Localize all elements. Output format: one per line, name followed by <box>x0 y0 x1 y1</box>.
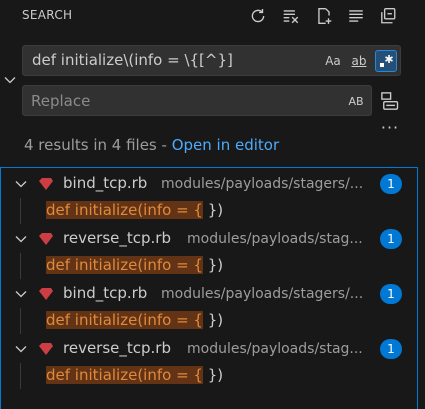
match-count-badge: 1 <box>380 284 402 304</box>
toggle-replace-chevron-icon[interactable] <box>2 72 18 88</box>
indent-guide <box>20 308 21 334</box>
ruby-file-icon <box>39 343 53 355</box>
regex-icon <box>380 55 393 67</box>
whole-word-icon: ab <box>351 54 367 68</box>
file-row[interactable]: bind_tcp.rb modules/payloads/stagers/...… <box>1 280 417 308</box>
match-text: def initialize(info = { }) <box>46 311 223 329</box>
file-name: bind_tcp.rb <box>63 174 148 192</box>
indent-guide <box>20 363 21 389</box>
match-text: def initialize(info = { }) <box>46 256 223 274</box>
ruby-file-icon <box>39 288 53 300</box>
search-input[interactable]: def initialize\(info = \{[^}] Aa ab <box>22 45 401 76</box>
match-highlight: def initialize(info = { <box>46 311 203 329</box>
match-count-badge: 1 <box>380 229 402 249</box>
match-whole-word-toggle[interactable]: ab <box>348 50 370 72</box>
new-search-editor-icon[interactable] <box>313 5 335 27</box>
ruby-file-icon <box>39 233 53 245</box>
match-case-icon: Aa <box>325 54 341 68</box>
replace-field[interactable]: AB <box>22 85 372 116</box>
match-row[interactable]: def initialize(info = { }) <box>1 363 417 389</box>
replace-input[interactable] <box>31 90 321 112</box>
file-row[interactable]: reverse_tcp.rb modules/payloads/stag... … <box>1 335 417 363</box>
chevron-down-icon[interactable] <box>13 231 29 247</box>
file-name: bind_tcp.rb <box>63 284 148 302</box>
search-query-text[interactable]: def initialize\(info = \{[^}] <box>32 51 233 69</box>
match-text: def initialize(info = { }) <box>46 201 223 219</box>
file-name: reverse_tcp.rb <box>63 339 171 357</box>
chevron-down-icon[interactable] <box>13 176 29 192</box>
ruby-file-icon <box>39 178 53 190</box>
file-path: modules/payloads/stag... <box>187 341 363 357</box>
match-rest: }) <box>202 201 224 219</box>
match-rest: }) <box>202 366 224 384</box>
results-tree: bind_tcp.rb modules/payloads/stagers/...… <box>0 167 418 409</box>
file-path: modules/payloads/stagers/... <box>161 286 364 302</box>
preserve-case-toggle[interactable]: AB <box>345 90 367 112</box>
more-options-icon[interactable]: ··· <box>379 118 401 138</box>
file-name: reverse_tcp.rb <box>63 229 171 247</box>
match-row[interactable]: def initialize(info = { }) <box>1 308 417 334</box>
match-count-badge: 1 <box>380 339 402 359</box>
match-row[interactable]: def initialize(info = { }) <box>1 253 417 279</box>
clear-results-icon[interactable] <box>280 5 302 27</box>
match-rest: }) <box>202 311 224 329</box>
match-case-toggle[interactable]: Aa <box>322 50 344 72</box>
match-rest: }) <box>202 256 224 274</box>
match-highlight: def initialize(info = { <box>46 366 203 384</box>
indent-guide <box>20 198 21 224</box>
panel-title: SEARCH <box>22 8 73 22</box>
file-path: modules/payloads/stag... <box>187 231 363 247</box>
indent-guide <box>20 253 21 279</box>
use-regex-toggle[interactable] <box>375 50 397 72</box>
file-row[interactable]: bind_tcp.rb modules/payloads/stagers/...… <box>1 170 417 198</box>
match-count-badge: 1 <box>380 174 402 194</box>
match-row[interactable]: def initialize(info = { }) <box>1 198 417 224</box>
refresh-icon[interactable] <box>247 5 269 27</box>
chevron-down-icon[interactable] <box>13 286 29 302</box>
open-in-editor-link[interactable]: Open in editor <box>172 136 279 154</box>
match-text: def initialize(info = { }) <box>46 366 223 384</box>
replace-all-icon[interactable] <box>380 91 400 111</box>
preserve-case-icon: AB <box>348 94 364 108</box>
match-highlight: def initialize(info = { <box>46 256 203 274</box>
view-as-tree-icon[interactable] <box>345 5 367 27</box>
results-summary: 4 results in 4 files - Open in editor <box>24 136 279 154</box>
file-row[interactable]: reverse_tcp.rb modules/payloads/stag... … <box>1 225 417 253</box>
match-highlight: def initialize(info = { <box>46 201 203 219</box>
results-count-text: 4 results in 4 files - <box>24 136 172 154</box>
collapse-all-icon[interactable] <box>377 5 399 27</box>
search-panel: SEARCH def initialize\(info = \{[^}] Aa … <box>0 0 425 409</box>
search-header: SEARCH <box>0 0 425 34</box>
chevron-down-icon[interactable] <box>13 341 29 357</box>
file-path: modules/payloads/stagers/... <box>161 176 364 192</box>
